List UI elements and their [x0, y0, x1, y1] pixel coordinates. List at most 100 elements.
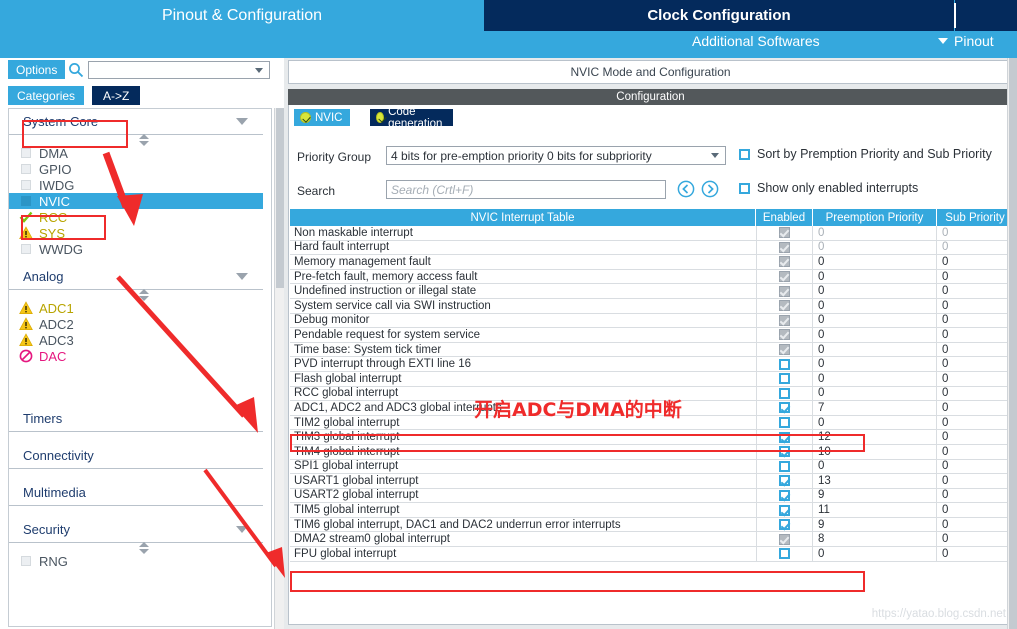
cell-preemption-priority[interactable]: 8 [813, 532, 937, 547]
tab-a-to-z[interactable]: A->Z [92, 86, 141, 105]
cell-enabled[interactable] [756, 532, 813, 547]
sidebar-search-input[interactable] [88, 61, 270, 79]
cell-sub-priority[interactable]: 0 [937, 314, 1013, 328]
enabled-checkbox[interactable] [779, 329, 790, 341]
table-row[interactable]: Non maskable interrupt 0 0 [290, 226, 1013, 241]
cell-preemption-priority[interactable]: 0 [813, 328, 937, 342]
table-row[interactable]: System service call via SWI instruction 0… [290, 298, 1013, 314]
sidebar-item-wwdg[interactable]: WWDG [9, 241, 263, 257]
chevron-down-icon[interactable] [236, 273, 249, 281]
cell-sub-priority[interactable]: 0 [937, 416, 1013, 430]
enabled-checkbox[interactable] [779, 431, 790, 443]
table-row[interactable]: Time base: System tick timer 0 0 [290, 342, 1013, 358]
enabled-checkbox[interactable] [779, 387, 790, 399]
enabled-checkbox[interactable] [779, 446, 790, 458]
cell-enabled[interactable] [756, 459, 813, 474]
right-panel-scrollbar-thumb[interactable] [1009, 58, 1017, 629]
sort-by-priority-checkbox[interactable] [739, 148, 750, 160]
sort-by-priority-checkbox-row[interactable]: Sort by Premption Priority and Sub Prior… [739, 147, 992, 161]
table-row[interactable]: DMA2 stream0 global interrupt 8 0 [290, 532, 1013, 548]
cell-preemption-priority[interactable]: 0 [813, 284, 937, 298]
cell-preemption-priority[interactable]: 10 [813, 444, 937, 459]
priority-group-select[interactable]: 4 bits for pre-emption priority 0 bits f… [386, 146, 726, 165]
additional-softwares-link[interactable]: Additional Softwares [692, 33, 820, 49]
cell-enabled[interactable] [756, 298, 813, 313]
sidebar-item-iwdg[interactable]: IWDG [9, 177, 263, 193]
sidebar-item-nvic[interactable]: NVIC [9, 193, 263, 209]
cell-sub-priority[interactable]: 0 [937, 372, 1013, 386]
table-row[interactable]: TIM4 global interrupt 10 0 [290, 444, 1013, 460]
table-row[interactable]: TIM3 global interrupt 12 0 [290, 430, 1013, 445]
cell-sub-priority[interactable]: 0 [937, 241, 1013, 255]
enabled-checkbox[interactable] [779, 548, 790, 560]
show-only-enabled-checkbox-row[interactable]: Show only enabled interrupts [739, 181, 918, 195]
cell-sub-priority[interactable]: 0 [937, 299, 1013, 313]
enabled-checkbox[interactable] [779, 460, 790, 472]
right-panel-scrollbar[interactable] [1007, 58, 1017, 629]
table-row[interactable]: TIM6 global interrupt, DAC1 and DAC2 und… [290, 517, 1013, 533]
cell-preemption-priority[interactable]: 0 [813, 357, 937, 371]
group-header-system-core[interactable]: System Core [9, 109, 263, 135]
cell-enabled[interactable] [756, 269, 813, 284]
cell-enabled[interactable] [756, 255, 813, 269]
interrupt-search-input[interactable]: Search (Crtl+F) [386, 180, 666, 199]
group-header-security[interactable]: Security [9, 517, 263, 543]
cell-enabled[interactable] [756, 342, 813, 357]
cell-sub-priority[interactable]: 0 [937, 503, 1013, 517]
enabled-checkbox[interactable] [779, 256, 790, 268]
cell-sub-priority[interactable]: 0 [937, 357, 1013, 371]
cell-enabled[interactable] [756, 415, 813, 430]
cell-sub-priority[interactable]: 0 [937, 489, 1013, 503]
cell-preemption-priority[interactable]: 0 [813, 269, 937, 284]
cell-preemption-priority[interactable]: 0 [813, 342, 937, 357]
cell-sub-priority[interactable]: 0 [937, 430, 1013, 444]
tab-categories[interactable]: Categories [8, 86, 85, 105]
cell-enabled[interactable] [756, 371, 813, 386]
cell-sub-priority[interactable]: 0 [937, 547, 1013, 561]
table-row[interactable]: Debug monitor 0 0 [290, 313, 1013, 329]
enabled-checkbox[interactable] [779, 285, 790, 297]
cell-sub-priority[interactable]: 0 [937, 270, 1013, 284]
cell-preemption-priority[interactable]: 9 [813, 488, 937, 503]
column-header-name[interactable]: NVIC Interrupt Table [290, 209, 756, 226]
table-row[interactable]: USART1 global interrupt 13 0 [290, 474, 1013, 489]
cell-sub-priority[interactable]: 0 [937, 343, 1013, 357]
cell-enabled[interactable] [756, 386, 813, 401]
cell-preemption-priority[interactable]: 0 [813, 313, 937, 328]
cell-sub-priority[interactable]: 0 [937, 474, 1013, 488]
table-row[interactable]: Undefined instruction or illegal state 0 0 [290, 284, 1013, 299]
cell-enabled[interactable] [756, 503, 813, 517]
enabled-checkbox[interactable] [779, 227, 790, 239]
tab-clock-configuration[interactable]: Clock Configuration [484, 0, 954, 31]
enabled-checkbox[interactable] [779, 417, 790, 429]
column-header-enabled[interactable]: Enabled [756, 209, 813, 226]
cell-enabled[interactable] [756, 430, 813, 444]
sidebar-item-adc1[interactable]: ADC1 [9, 300, 263, 316]
cell-enabled[interactable] [756, 240, 813, 255]
enabled-checkbox[interactable] [779, 489, 790, 501]
cell-sub-priority[interactable]: 0 [937, 328, 1013, 342]
show-only-enabled-checkbox[interactable] [739, 182, 750, 194]
cell-sub-priority[interactable]: 0 [937, 532, 1013, 546]
pinout-dropdown[interactable]: Pinout [938, 33, 994, 49]
tab-pinout-configuration[interactable]: Pinout & Configuration [0, 0, 484, 31]
cell-sub-priority[interactable]: 0 [937, 255, 1013, 269]
cell-preemption-priority[interactable]: 9 [813, 517, 937, 532]
sidebar-item-rcc[interactable]: RCC [9, 209, 263, 225]
cell-sub-priority[interactable]: 0 [937, 387, 1013, 401]
enabled-checkbox[interactable] [779, 519, 790, 531]
sidebar-item-dac[interactable]: DAC [9, 348, 263, 364]
enabled-checkbox[interactable] [779, 300, 790, 312]
cell-enabled[interactable] [756, 401, 813, 415]
cell-enabled[interactable] [756, 488, 813, 503]
chevron-down-icon[interactable] [236, 526, 249, 534]
table-row[interactable]: FPU global interrupt 0 0 [290, 547, 1013, 562]
cell-enabled[interactable] [756, 226, 813, 240]
enabled-checkbox[interactable] [779, 358, 790, 370]
group-header-connectivity[interactable]: Connectivity [9, 443, 1017, 629]
cell-sub-priority[interactable]: 0 [937, 445, 1013, 459]
sidebar-item-rng[interactable]: RNG [9, 553, 263, 569]
enabled-checkbox[interactable] [779, 314, 790, 326]
enabled-checkbox[interactable] [779, 504, 790, 516]
sidebar-item-dma[interactable]: DMA [9, 145, 263, 161]
